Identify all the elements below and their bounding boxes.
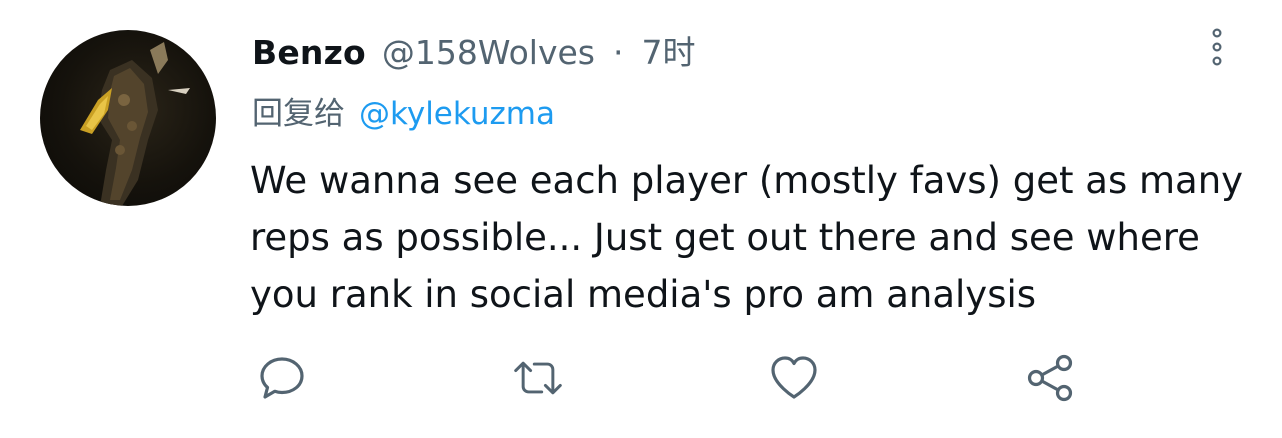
retweet-button[interactable] <box>512 352 564 404</box>
action-bar <box>0 352 1282 412</box>
tweet-text-line: reps as possible... Just get out there a… <box>250 216 1200 259</box>
comment-icon <box>260 357 304 399</box>
like-button[interactable] <box>768 352 820 404</box>
reply-button[interactable] <box>256 352 308 404</box>
timestamp[interactable]: 7时 <box>641 26 695 74</box>
avatar-image <box>80 42 190 206</box>
separator-dot: · <box>612 33 624 72</box>
tweet-header: Benzo @158Wolves · 7时 <box>252 26 695 74</box>
reply-context: 回复给 @kylekuzma <box>252 88 555 133</box>
share-button[interactable] <box>1024 352 1076 404</box>
reply-target-link[interactable]: @kylekuzma <box>359 96 555 132</box>
tweet-text-line: you rank in social media's pro am analys… <box>250 273 1037 316</box>
heart-icon <box>771 356 817 399</box>
tweet-card[interactable]: Benzo @158Wolves · 7时 回复给 @kylekuzma We w… <box>0 0 1282 438</box>
more-options-button[interactable] <box>1206 26 1228 68</box>
tweet-text-line: We wanna see each player (mostly favs) g… <box>250 159 1244 202</box>
more-vertical-icon <box>1212 28 1222 66</box>
avatar[interactable] <box>40 30 216 206</box>
display-name[interactable]: Benzo <box>252 33 366 72</box>
tweet-text: We wanna see each player (mostly favs) g… <box>250 152 1260 323</box>
user-handle[interactable]: @158Wolves <box>382 33 595 72</box>
reply-prefix: 回复给 <box>252 96 345 132</box>
share-icon <box>1027 354 1073 402</box>
retweet-icon <box>514 361 562 395</box>
